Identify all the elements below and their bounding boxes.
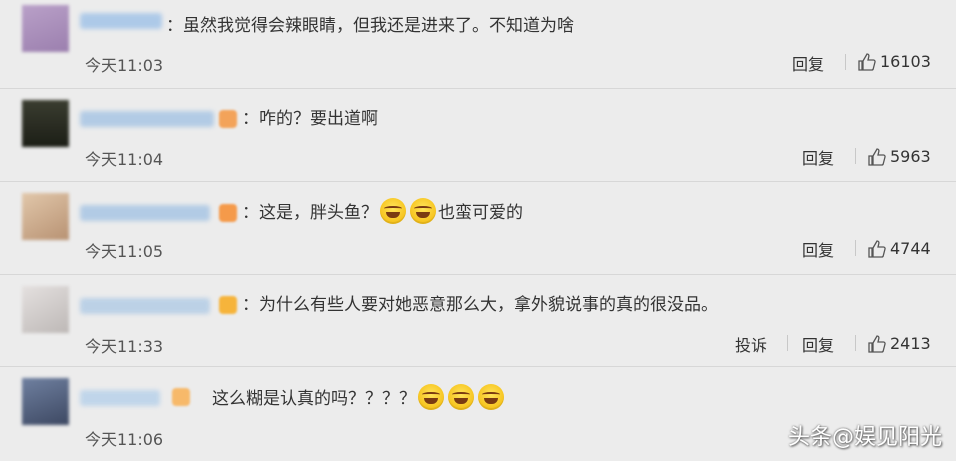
comment-text-part: 也蛮可爱的 (438, 203, 523, 223)
laugh-cry-emoji-icon (380, 198, 406, 224)
like-button[interactable]: 16103 (858, 52, 931, 71)
laugh-cry-emoji-icon (410, 198, 436, 224)
comment-item: ：咋的？要出道啊 今天11:04 回复 5963 (0, 89, 956, 182)
comment-item: ：为什么有些人要对她恶意那么大，拿外貌说事的真的很没品。 今天11:33 投诉 … (0, 275, 956, 367)
divider (787, 335, 788, 351)
avatar[interactable] (22, 5, 69, 52)
avatar[interactable] (22, 100, 69, 147)
comment-text-part: ：这是，胖头鱼？ (242, 203, 378, 223)
thumb-up-icon (868, 334, 886, 353)
comment-text: 这么糊是认真的吗？？？？ (212, 382, 506, 416)
divider (855, 240, 856, 256)
comment-time: 今天11:04 (85, 150, 164, 169)
reply-button[interactable]: 回复 (792, 51, 824, 75)
avatar[interactable] (22, 286, 69, 333)
divider (855, 335, 856, 351)
username[interactable] (80, 13, 162, 29)
laugh-cry-emoji-icon (418, 384, 444, 410)
comment-item: ：这是，胖头鱼？ 也蛮可爱的 今天11:05 回复 4744 (0, 182, 956, 275)
comment-time: 今天11:33 (85, 337, 164, 356)
comment-text: ：为什么有些人要对她恶意那么大，拿外貌说事的真的很没品。 (242, 295, 718, 315)
report-button[interactable]: 投诉 (735, 332, 767, 356)
divider (845, 54, 846, 70)
like-button[interactable]: 5963 (868, 147, 931, 166)
comment-text: ：咋的？要出道啊 (242, 109, 378, 129)
comment-time: 今天11:03 (85, 56, 164, 75)
comment-time: 今天11:05 (85, 242, 164, 261)
like-button[interactable]: 4744 (868, 239, 931, 258)
comment-text: ：虽然我觉得会辣眼睛，但我还是进来了。不知道为啥 (166, 16, 574, 36)
reply-button[interactable]: 回复 (802, 332, 834, 356)
vip-badge (172, 388, 190, 406)
laugh-cry-emoji-icon (478, 384, 504, 410)
reply-button[interactable]: 回复 (802, 237, 834, 261)
username[interactable] (80, 390, 160, 406)
watermark: 头条@娱见阳光 (787, 425, 942, 450)
avatar[interactable] (22, 193, 69, 240)
like-button[interactable]: 2413 (868, 334, 931, 353)
username[interactable] (80, 111, 214, 127)
laugh-cry-emoji-icon (448, 384, 474, 410)
divider (855, 148, 856, 164)
username[interactable] (80, 205, 210, 221)
vip-badge (219, 204, 237, 222)
thumb-up-icon (858, 52, 876, 71)
username[interactable] (80, 298, 210, 314)
reply-button[interactable]: 回复 (802, 145, 834, 169)
comment-time: 今天11:06 (85, 430, 164, 449)
vip-badge (219, 296, 237, 314)
like-count: 2413 (890, 334, 931, 353)
avatar[interactable] (22, 378, 69, 425)
vip-badge (219, 110, 237, 128)
like-count: 4744 (890, 239, 931, 258)
comment-text-part: 这么糊是认真的吗？？？？ (212, 389, 416, 409)
like-count: 5963 (890, 147, 931, 166)
thumb-up-icon (868, 147, 886, 166)
like-count: 16103 (880, 52, 931, 71)
comment-text: ：这是，胖头鱼？ 也蛮可爱的 (242, 196, 523, 230)
thumb-up-icon (868, 239, 886, 258)
comment-item: ：虽然我觉得会辣眼睛，但我还是进来了。不知道为啥 今天11:03 回复 1610… (0, 0, 956, 89)
